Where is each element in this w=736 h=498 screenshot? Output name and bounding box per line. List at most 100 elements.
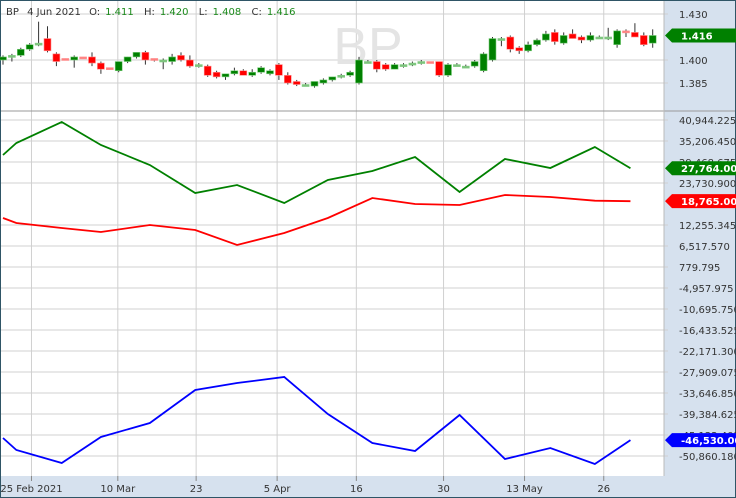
candle-body — [43, 38, 52, 52]
candle-body — [230, 70, 239, 75]
candle-body — [435, 61, 443, 76]
red-last-value-tag: 18,765.000 — [665, 194, 736, 209]
candle-body — [417, 61, 426, 64]
indicator-tick-label: 12,255.345 — [679, 221, 736, 232]
candle-body — [408, 62, 417, 66]
x-tick-label: 16 — [350, 484, 363, 495]
candle-body — [203, 65, 212, 76]
green-line-series — [2, 120, 631, 204]
candle-body — [106, 67, 114, 70]
price-tick-label: 1.385 — [679, 79, 708, 90]
candle-body — [159, 59, 167, 63]
x-tick-label: 23 — [190, 484, 203, 495]
candle-body — [52, 53, 61, 62]
blue-line-series — [2, 376, 631, 466]
candle-body — [292, 81, 301, 85]
candle-body — [506, 36, 515, 50]
candle-body — [141, 52, 150, 61]
indicator-tick-label: -27,909.075 — [679, 368, 736, 379]
close-label: C: — [251, 7, 262, 18]
indicator-tick-label: -50,860.180 — [679, 452, 736, 463]
red-line-series — [2, 194, 631, 246]
candle-body — [266, 70, 274, 75]
candle-body — [568, 33, 577, 39]
indicator-tick-label: 779.795 — [679, 263, 720, 274]
candle-body — [631, 32, 639, 38]
price-tick-label: 1.430 — [679, 10, 708, 21]
x-tick-label: 10 Mar — [100, 484, 136, 495]
candle-body — [577, 36, 586, 41]
high-label: H: — [143, 7, 155, 18]
candle-body — [195, 64, 203, 67]
legend-date: 4 Jun 2021 — [27, 7, 81, 18]
candle-body — [8, 55, 16, 58]
ohlc-legend: BP 4 Jun 2021 O: 1.411 H: 1.420 L: 1.408 C:… — [6, 7, 302, 18]
low-label: L: — [198, 7, 208, 18]
indicator-tick-label: -39,384.625 — [679, 410, 736, 421]
x-tick-label: 5 Apr — [264, 484, 292, 495]
candle-body — [390, 64, 399, 70]
red-last-value-tag-text: 18,765.000 — [681, 197, 736, 208]
x-tick-label: 25 Feb 2021 — [0, 484, 62, 495]
candle-body — [399, 64, 408, 67]
price-tick-label: 1.400 — [679, 56, 708, 67]
candle-body — [444, 64, 452, 76]
candle-body — [212, 71, 221, 78]
indicator-tick-label: 35,206.450 — [679, 137, 736, 148]
candle-body — [595, 36, 604, 40]
candle-body — [622, 30, 630, 34]
candle-body — [648, 35, 657, 44]
indicator-tick-label: -16,433.525 — [679, 326, 736, 337]
candle-body — [25, 44, 34, 50]
indicator-tick-label: 23,730.900 — [679, 179, 736, 190]
high-value: 1.420 — [159, 7, 189, 18]
candle-body — [355, 59, 363, 84]
candle-body — [453, 64, 461, 67]
last-price-tag: 1.416 — [665, 28, 736, 43]
candle-body — [586, 35, 595, 41]
candle-body — [515, 47, 524, 52]
candle-body — [0, 56, 7, 61]
candlestick-series — [0, 21, 657, 88]
candle-body — [239, 70, 248, 76]
candle-body — [533, 39, 541, 45]
candle-body — [248, 71, 256, 76]
candle-body — [132, 52, 141, 58]
candle-body — [364, 61, 372, 64]
candle-body — [301, 84, 310, 87]
candle-body — [479, 53, 488, 72]
candle-body — [275, 64, 283, 76]
blue-last-value-tag: -46,530.000 — [665, 433, 736, 448]
candle-body — [16, 48, 25, 56]
candle-body — [497, 38, 506, 41]
green-last-value-tag: 27,764.000 — [665, 161, 736, 176]
indicator-tick-label: -4,957.975 — [679, 284, 734, 295]
candle-body — [70, 56, 78, 61]
indicator-tick-label: -33,646.850 — [679, 389, 736, 400]
candle-body — [123, 56, 132, 62]
candle-body — [550, 32, 559, 42]
candle-body — [488, 38, 497, 61]
candle-body — [97, 62, 105, 70]
candle-body — [346, 71, 354, 76]
candle-body — [328, 76, 337, 81]
indicator-tick-label: -22,171.300 — [679, 347, 736, 358]
candle-body — [613, 30, 621, 45]
green-last-value-tag-text: 27,764.000 — [681, 164, 736, 175]
blue-last-value-tag-text: -46,530.000 — [681, 436, 736, 447]
candle-body — [639, 35, 648, 45]
indicator-tick-label: 40,944.225 — [679, 116, 736, 127]
candle-body — [604, 36, 613, 40]
candle-body — [337, 75, 346, 78]
candle-body — [542, 33, 550, 41]
close-value: 1.416 — [266, 7, 296, 18]
candle-body — [177, 55, 185, 61]
candle-body — [34, 42, 43, 46]
candle-body — [168, 56, 176, 62]
candle-body — [461, 65, 470, 69]
candle-body — [150, 58, 159, 61]
chart-canvas[interactable]: BP 25 Feb 2021 10 Mar 23 5 Apr 16 30 13 May 26 1… — [0, 0, 736, 498]
candle-body — [186, 59, 194, 67]
candle-body — [470, 61, 479, 67]
candle-body — [61, 58, 70, 61]
